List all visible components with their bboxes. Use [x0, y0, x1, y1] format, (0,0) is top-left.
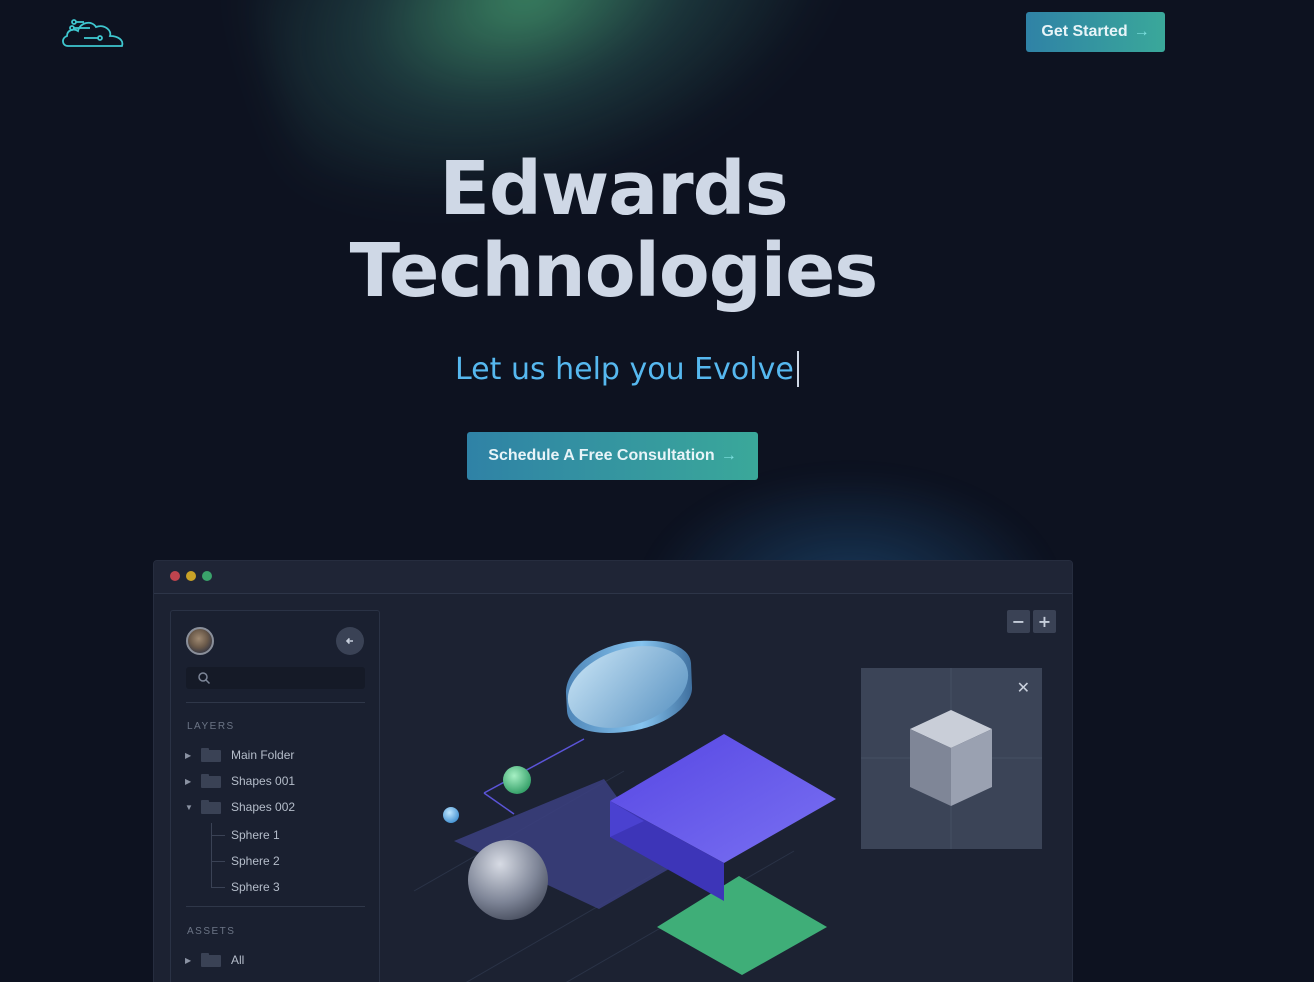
disc-shape — [566, 640, 693, 733]
zoom-controls: − + — [1007, 610, 1056, 633]
chevron-right-icon[interactable]: ▶ — [185, 956, 195, 965]
3d-scene-canvas[interactable] — [394, 601, 854, 982]
cube-preview — [861, 668, 1042, 849]
folder-icon — [201, 953, 221, 967]
chevron-right-icon[interactable]: ▶ — [185, 751, 195, 760]
arrow-left-icon[interactable] — [336, 627, 364, 655]
search-icon — [198, 672, 211, 685]
tree-line — [211, 861, 225, 862]
layer-child-sphere-2[interactable]: Sphere 2 — [231, 851, 280, 871]
layers-sidebar: LAYERS ▶ Main Folder ▶ Shapes 001 ▼ Shap… — [170, 610, 380, 982]
layer-item-main-folder[interactable]: ▶ Main Folder — [185, 745, 294, 765]
hero-title-line1: Edwards — [439, 146, 788, 232]
object-preview-panel: ✕ — [861, 668, 1042, 849]
chevron-down-icon[interactable]: ▼ — [185, 803, 195, 812]
get-started-button[interactable]: Get Started → — [1026, 12, 1165, 52]
tree-line — [211, 823, 212, 887]
landing-page: Get Started → Edwards Technologies Let u… — [0, 0, 1314, 982]
folder-icon — [201, 748, 221, 762]
layer-child-label: Sphere 2 — [231, 854, 280, 868]
avatar[interactable] — [186, 627, 214, 655]
tagline-text: Let us help you Evolve — [455, 351, 794, 387]
chevron-right-icon[interactable]: ▶ — [185, 777, 195, 786]
window-maximize-dot[interactable] — [202, 571, 212, 581]
search-input[interactable] — [186, 667, 365, 689]
small-blue-sphere — [443, 807, 459, 823]
asset-label: All — [231, 953, 245, 967]
divider — [186, 906, 365, 907]
connector-line — [483, 738, 585, 794]
layer-item-shapes-001[interactable]: ▶ Shapes 001 — [185, 771, 295, 791]
tree-line — [211, 835, 225, 836]
arrow-right-icon: → — [720, 447, 737, 464]
window-minimize-dot[interactable] — [186, 571, 196, 581]
divider — [186, 702, 365, 703]
app-preview-window: LAYERS ▶ Main Folder ▶ Shapes 001 ▼ Shap… — [153, 560, 1073, 982]
hero-title: Edwards Technologies — [0, 148, 1227, 312]
connector-line — [483, 792, 515, 815]
typing-caret — [796, 351, 799, 387]
cloud-circuit-icon[interactable] — [60, 14, 126, 52]
layer-child-sphere-3[interactable]: Sphere 3 — [231, 877, 280, 897]
large-sphere — [468, 840, 548, 920]
layer-item-shapes-002[interactable]: ▼ Shapes 002 — [185, 797, 295, 817]
asset-item-all[interactable]: ▶ All — [185, 950, 244, 970]
hero-title-line2: Technologies — [349, 228, 879, 314]
layer-child-sphere-1[interactable]: Sphere 1 — [231, 825, 280, 845]
tree-line — [211, 887, 225, 888]
assets-section-label: ASSETS — [187, 926, 236, 937]
layer-label: Main Folder — [231, 748, 295, 762]
layer-child-label: Sphere 3 — [231, 880, 280, 894]
folder-icon — [201, 774, 221, 788]
get-started-label: Get Started — [1041, 23, 1128, 40]
zoom-in-button[interactable]: + — [1033, 610, 1056, 633]
green-floor-plane — [657, 876, 827, 975]
window-titlebar — [154, 561, 1072, 594]
arrow-right-icon: → — [1133, 23, 1150, 40]
folder-icon — [201, 800, 221, 814]
schedule-consultation-button[interactable]: Schedule A Free Consultation → — [467, 432, 758, 480]
layer-label: Shapes 002 — [231, 800, 296, 814]
close-icon[interactable]: ✕ — [1017, 678, 1030, 698]
layer-child-label: Sphere 1 — [231, 828, 280, 842]
zoom-out-button[interactable]: − — [1007, 610, 1030, 633]
consultation-label: Schedule A Free Consultation — [488, 447, 715, 464]
window-close-dot[interactable] — [170, 571, 180, 581]
green-sphere — [503, 766, 531, 794]
hero-tagline: Let us help you Evolve — [455, 351, 799, 387]
layers-section-label: LAYERS — [187, 721, 235, 732]
layer-label: Shapes 001 — [231, 774, 296, 788]
